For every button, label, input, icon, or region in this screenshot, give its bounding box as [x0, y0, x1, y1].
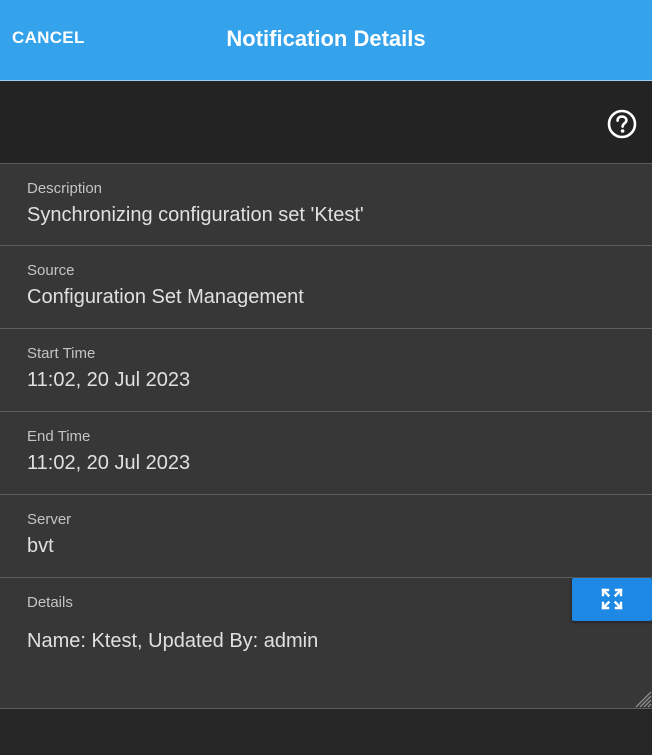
- end-time-field: End Time 11:02, 20 Jul 2023: [0, 412, 652, 495]
- details-value[interactable]: Name: Ktest, Updated By: admin: [27, 630, 318, 653]
- start-time-label: Start Time: [27, 345, 96, 362]
- description-field: Description Synchronizing configuration …: [0, 164, 652, 246]
- dialog-footer: [0, 709, 652, 755]
- details-label: Details: [27, 594, 73, 611]
- start-time-field: Start Time 11:02, 20 Jul 2023: [0, 329, 652, 412]
- source-value: Configuration Set Management: [27, 286, 304, 308]
- source-label: Source: [27, 262, 75, 279]
- details-field[interactable]: Details Name: Ktest, Updated By: admin: [0, 578, 652, 709]
- notification-details-dialog: CANCEL Notification Details Description …: [0, 0, 652, 755]
- end-time-value: 11:02, 20 Jul 2023: [27, 452, 191, 474]
- start-time-value: 11:02, 20 Jul 2023: [27, 369, 191, 391]
- page-title: Notification Details: [226, 26, 426, 51]
- server-field: Server bvt: [0, 495, 652, 578]
- server-label: Server: [27, 511, 72, 528]
- dialog-header: CANCEL Notification Details: [0, 0, 652, 81]
- toolbar: [0, 81, 652, 164]
- help-circle-icon[interactable]: [606, 108, 638, 140]
- resize-handle[interactable]: [630, 686, 652, 708]
- source-field: Source Configuration Set Management: [0, 246, 652, 329]
- expand-button[interactable]: [572, 578, 652, 621]
- end-time-label: End Time: [27, 428, 91, 445]
- server-value: bvt: [27, 535, 54, 557]
- expand-icon: [601, 588, 623, 610]
- description-value: Synchronizing configuration set 'Ktest': [27, 204, 364, 226]
- description-label: Description: [27, 180, 103, 197]
